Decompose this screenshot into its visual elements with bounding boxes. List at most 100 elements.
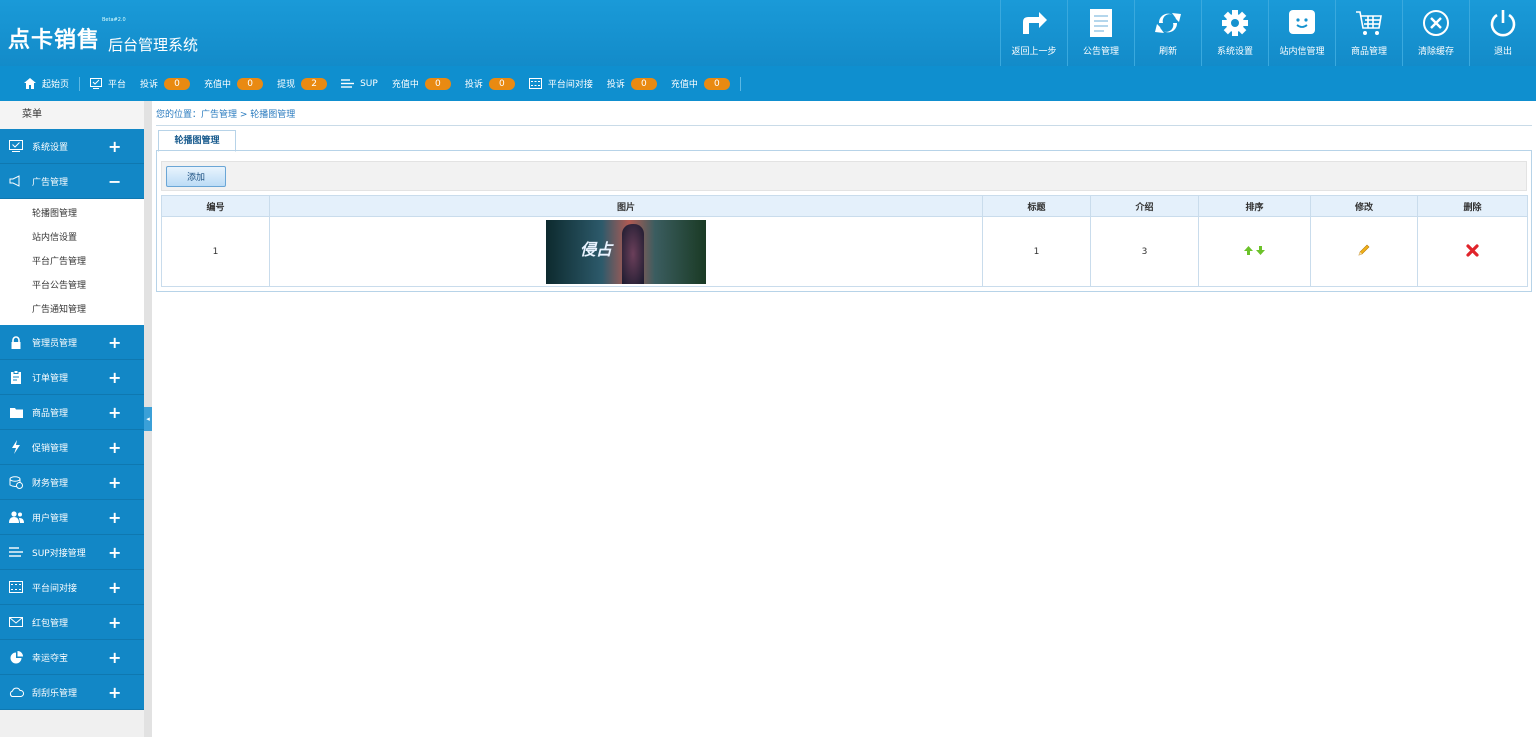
top-toolbar: 返回上一步 公告管理 刷新 系统设置 站内信管理 商品管理 清除缓存 退出 [1000, 0, 1536, 66]
expand-toggle[interactable]: + [108, 543, 121, 562]
expand-toggle[interactable]: + [108, 137, 121, 156]
move-down-icon[interactable] [1255, 245, 1265, 258]
expand-toggle[interactable]: + [108, 438, 121, 457]
sidebar-item-admins[interactable]: 管理员管理 + [0, 325, 144, 360]
tab-bar: 轮播图管理 [156, 130, 1532, 152]
pencil-icon[interactable] [1358, 244, 1370, 259]
expand-toggle[interactable]: + [108, 473, 121, 492]
refresh-icon [1153, 8, 1183, 38]
inter-complaint-link[interactable]: 投诉 0 [607, 77, 657, 90]
coins-icon [8, 475, 24, 489]
submenu-item-platform-announcements[interactable]: 平台公告管理 [0, 274, 144, 298]
clear-circle-icon [1422, 8, 1450, 38]
expand-toggle[interactable]: + [108, 578, 121, 597]
expand-toggle[interactable]: + [108, 368, 121, 387]
collapse-sidebar-handle[interactable]: ◂ [144, 407, 152, 431]
sidebar-item-scratch-card[interactable]: 刮刮乐管理 + [0, 675, 144, 710]
withdraw-link[interactable]: 提现 2 [277, 77, 328, 90]
expand-toggle[interactable]: + [108, 333, 121, 352]
sidebar-item-inter-platform[interactable]: 平台间对接 + [0, 570, 144, 605]
submenu-item-platform-ads[interactable]: 平台广告管理 [0, 250, 144, 274]
monitor-check-icon [8, 140, 24, 152]
submenu-item-carousel[interactable]: 轮播图管理 [0, 202, 144, 226]
move-up-icon[interactable] [1244, 245, 1254, 258]
sidebar-item-users[interactable]: 用户管理 + [0, 500, 144, 535]
sup-complaint-link[interactable]: 投诉 0 [465, 77, 515, 90]
inter-recharging-link[interactable]: 充值中 0 [671, 77, 730, 90]
submenu-item-message-settings[interactable]: 站内信设置 [0, 226, 144, 250]
table-header-row: 编号 图片 标题 介绍 排序 修改 删除 [161, 195, 1528, 217]
count-badge: 0 [703, 77, 730, 90]
lightning-icon [8, 440, 24, 454]
sidebar-title: 菜单 [0, 101, 144, 129]
expand-toggle[interactable]: + [108, 403, 121, 422]
logo-version: Beta#2.0 [102, 17, 126, 23]
column-header-sort: 排序 [1198, 195, 1311, 217]
clear-cache-button[interactable]: 清除缓存 [1402, 0, 1469, 66]
column-header-id: 编号 [161, 195, 270, 217]
platform-link[interactable]: 平台 [90, 77, 126, 90]
banner-figure [622, 223, 644, 284]
expand-toggle[interactable]: + [108, 648, 121, 667]
collapse-toggle[interactable]: − [108, 172, 121, 191]
count-badge: 0 [164, 77, 191, 90]
inter-platform-link[interactable]: 平台间对接 [528, 77, 593, 90]
sidebar-item-finance[interactable]: 财务管理 + [0, 465, 144, 500]
add-button[interactable]: 添加 [166, 166, 226, 187]
goods-button[interactable]: 商品管理 [1335, 0, 1402, 66]
sidebar: 菜单 系统设置 + 广告管理 − 轮播图管理 站内信设置 平台广告管理 平台公告… [0, 101, 144, 737]
sidebar-item-sup[interactable]: SUP对接管理 + [0, 535, 144, 570]
system-settings-button[interactable]: 系统设置 [1201, 0, 1268, 66]
expand-toggle[interactable]: + [108, 683, 121, 702]
refresh-button[interactable]: 刷新 [1134, 0, 1201, 66]
sidebar-item-goods[interactable]: 商品管理 + [0, 395, 144, 430]
submenu-item-ad-notifications[interactable]: 广告通知管理 [0, 298, 144, 322]
tab-carousel[interactable]: 轮播图管理 [158, 130, 236, 152]
delete-x-icon[interactable] [1466, 243, 1479, 260]
cell-id: 1 [161, 216, 270, 287]
expand-toggle[interactable]: + [108, 613, 121, 632]
announcement-button[interactable]: 公告管理 [1067, 0, 1134, 66]
messages-button[interactable]: 站内信管理 [1268, 0, 1335, 66]
users-icon [8, 511, 24, 523]
return-arrow-icon [1019, 8, 1049, 38]
envelope-icon [8, 617, 24, 627]
sup-recharging-link[interactable]: 充值中 0 [392, 77, 451, 90]
platform-complaint-link[interactable]: 投诉 0 [140, 77, 191, 90]
breadcrumb: 您的位置：广告管理 > 轮播图管理 [156, 107, 1532, 126]
sidebar-item-system-settings[interactable]: 系统设置 + [0, 129, 144, 164]
column-header-delete: 删除 [1417, 195, 1528, 217]
sup-link[interactable]: SUP [341, 79, 378, 89]
column-header-edit: 修改 [1310, 195, 1418, 217]
banner-text: 侵占 [580, 239, 613, 259]
divider [739, 76, 741, 91]
document-icon [1089, 8, 1113, 38]
status-bar: 起始页 平台 投诉 0 充值中 0 提现 2 SUP 充值中 0 投诉 0 平台间对接 投… [0, 66, 1536, 101]
platform-recharging-link[interactable]: 充值中 0 [204, 77, 264, 90]
logo: Beta#2.0 点卡销售 后台管理系统 [8, 17, 199, 54]
logo-main-text: 点卡销售 [8, 28, 101, 53]
expand-toggle[interactable]: + [108, 508, 121, 527]
clipboard-icon [8, 370, 24, 384]
cell-title: 1 [982, 216, 1091, 287]
sidebar-item-orders[interactable]: 订单管理 + [0, 360, 144, 395]
count-badge: 0 [424, 77, 451, 90]
cloud-icon [8, 687, 24, 697]
cell-delete [1417, 216, 1528, 287]
sidebar-item-promotions[interactable]: 促销管理 + [0, 430, 144, 465]
count-badge: 0 [237, 77, 264, 90]
monitor-check-icon [90, 78, 103, 89]
lines-icon [341, 79, 355, 88]
sidebar-item-red-envelope[interactable]: 红包管理 + [0, 605, 144, 640]
gear-icon [1221, 8, 1249, 38]
back-button[interactable]: 返回上一步 [1000, 0, 1067, 66]
sidebar-item-ads[interactable]: 广告管理 − [0, 164, 144, 199]
table-row: 1 侵占 1 3 [161, 216, 1528, 287]
count-badge: 0 [630, 77, 657, 90]
sidebar-item-lucky-draw[interactable]: 幸运夺宝 + [0, 640, 144, 675]
logout-button[interactable]: 退出 [1469, 0, 1536, 66]
logo-sub-text: 后台管理系统 [108, 36, 199, 54]
lock-icon [8, 335, 24, 349]
home-link[interactable]: 起始页 [24, 77, 69, 90]
sidebar-splitter[interactable]: ◂ [144, 101, 152, 737]
